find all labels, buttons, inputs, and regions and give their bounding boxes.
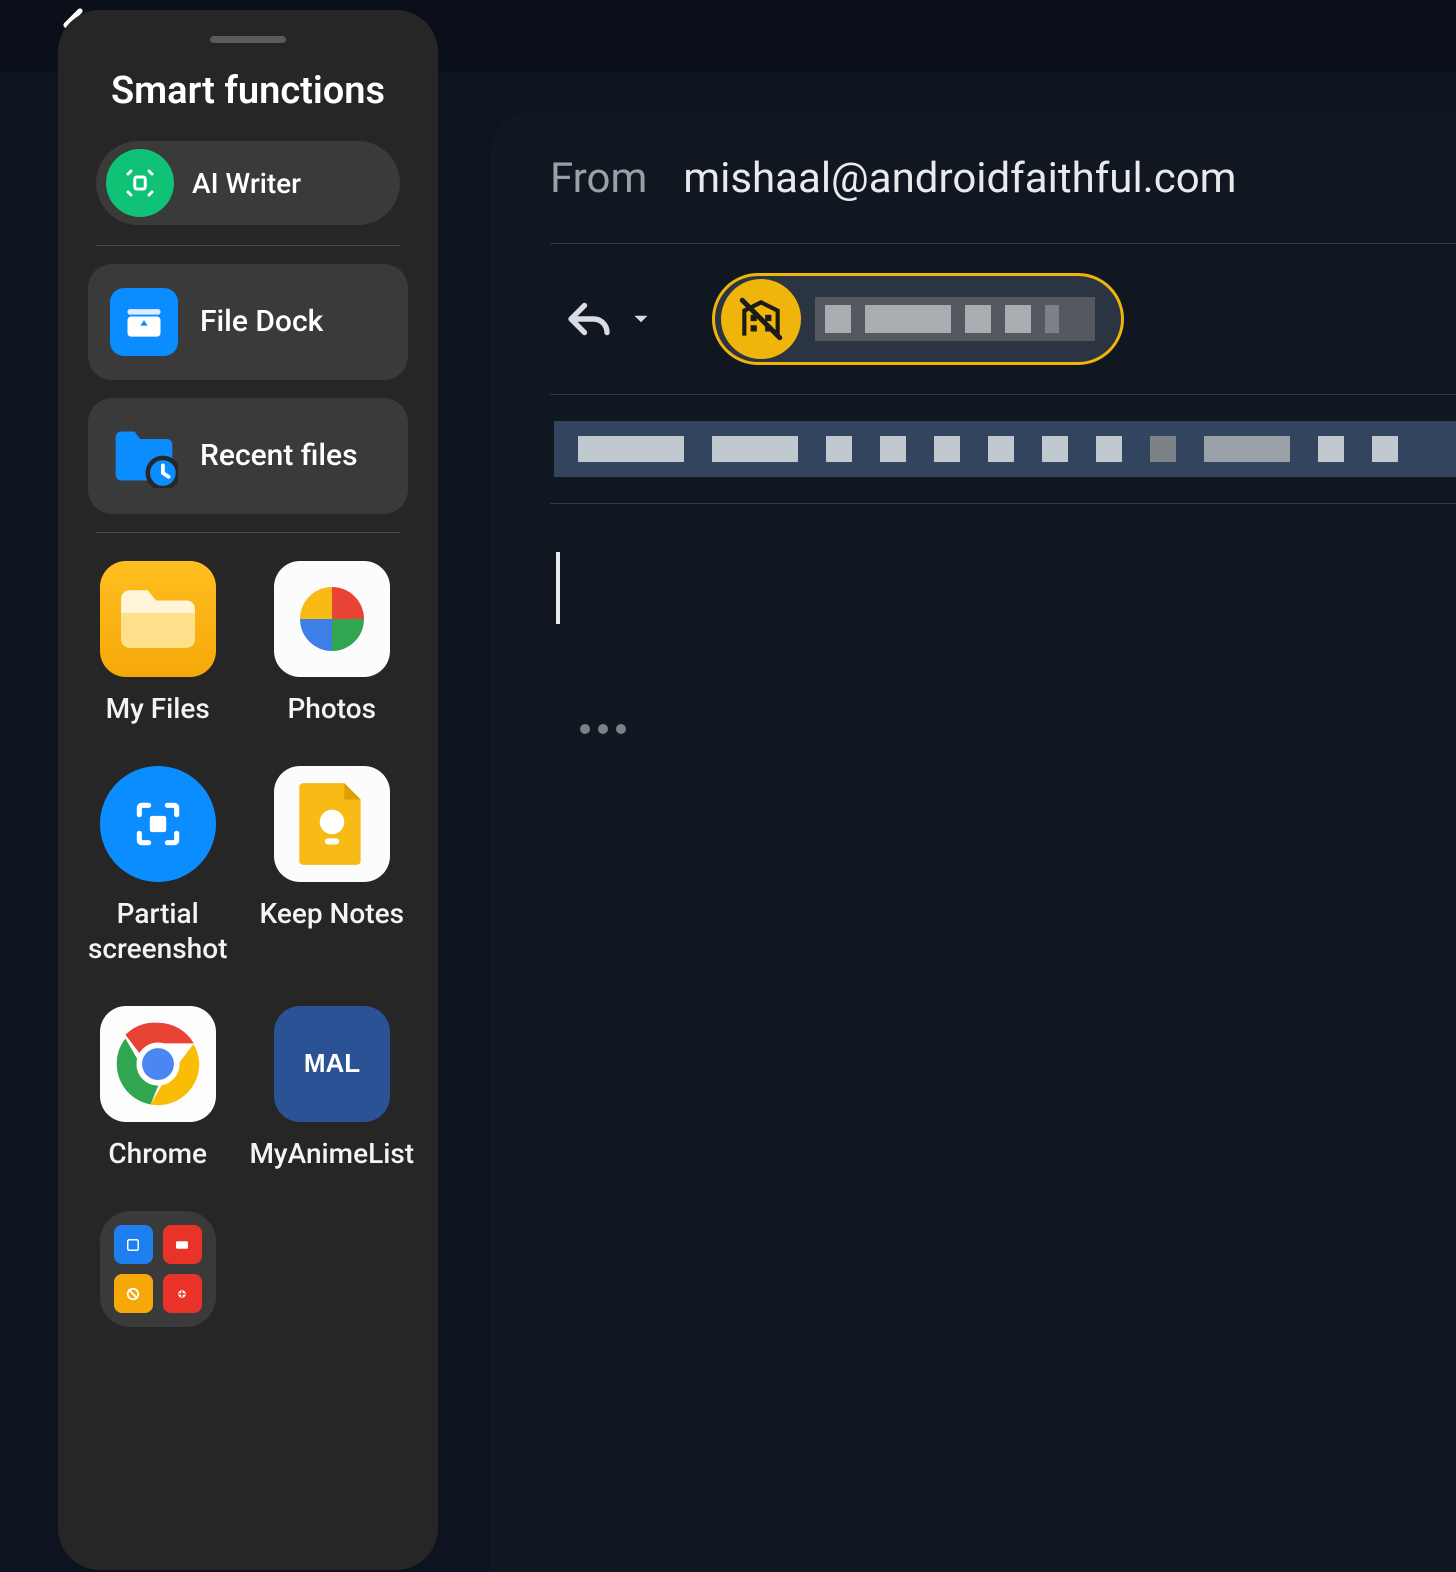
app-label: Keep Notes bbox=[260, 896, 405, 931]
file-dock-button[interactable]: File Dock bbox=[88, 264, 408, 380]
panel-divider bbox=[96, 532, 400, 533]
app-grid: My Files Photos bbox=[76, 551, 420, 1337]
partial-screenshot-icon bbox=[100, 766, 216, 882]
keep-notes-icon bbox=[274, 766, 390, 882]
mini-icon bbox=[163, 1225, 202, 1264]
recent-files-button[interactable]: Recent files bbox=[88, 398, 408, 514]
recent-files-label: Recent files bbox=[200, 437, 358, 475]
reply-mode-button[interactable] bbox=[562, 292, 654, 346]
app-label: Partial screenshot bbox=[88, 896, 227, 966]
recipient-redacted bbox=[815, 297, 1095, 341]
email-body[interactable] bbox=[550, 504, 1456, 734]
mini-icon bbox=[114, 1274, 153, 1313]
reply-icon bbox=[562, 292, 616, 346]
app-photos[interactable]: Photos bbox=[249, 561, 414, 726]
text-cursor bbox=[556, 552, 560, 624]
panel-divider bbox=[96, 245, 400, 246]
smart-functions-panel: Smart functions AI Writer File Dock bbox=[58, 10, 438, 1570]
mini-icon bbox=[163, 1274, 202, 1313]
chevron-down-icon bbox=[628, 306, 654, 332]
app-folder[interactable] bbox=[88, 1211, 227, 1327]
app-keep-notes[interactable]: Keep Notes bbox=[249, 766, 414, 966]
svg-text:MAL: MAL bbox=[304, 1048, 360, 1078]
ai-writer-button[interactable]: AI Writer bbox=[96, 141, 400, 225]
from-label: From bbox=[550, 154, 647, 203]
to-row bbox=[550, 244, 1456, 394]
ai-writer-label: AI Writer bbox=[192, 167, 301, 200]
app-myanimelist[interactable]: MAL MyAnimeList bbox=[249, 1006, 414, 1171]
app-partial-screenshot[interactable]: Partial screenshot bbox=[88, 766, 227, 966]
panel-title: Smart functions bbox=[76, 69, 420, 113]
from-email: mishaal@androidfaithful.com bbox=[683, 154, 1236, 203]
chrome-icon bbox=[100, 1006, 216, 1122]
recipient-chip[interactable] bbox=[712, 273, 1124, 365]
app-chrome[interactable]: Chrome bbox=[88, 1006, 227, 1171]
expand-trimmed-icon[interactable] bbox=[580, 724, 1456, 734]
photos-icon bbox=[274, 561, 390, 677]
app-label: My Files bbox=[106, 691, 210, 726]
ai-writer-icon bbox=[106, 149, 174, 217]
folder-icon bbox=[100, 1211, 216, 1327]
mini-icon bbox=[114, 1225, 153, 1264]
file-dock-icon bbox=[110, 288, 178, 356]
myanimelist-icon: MAL bbox=[274, 1006, 390, 1122]
app-label: Photos bbox=[287, 691, 376, 726]
from-row[interactable]: From mishaal@androidfaithful.com bbox=[550, 154, 1456, 243]
no-building-icon bbox=[721, 279, 801, 359]
app-label: MyAnimeList bbox=[249, 1136, 414, 1171]
app-my-files[interactable]: My Files bbox=[88, 561, 227, 726]
file-dock-label: File Dock bbox=[200, 303, 323, 341]
subject-row[interactable] bbox=[550, 395, 1456, 503]
subject-redacted bbox=[554, 421, 1456, 477]
recent-files-icon bbox=[110, 422, 178, 490]
panel-drag-handle[interactable] bbox=[210, 36, 286, 43]
compose-area: From mishaal@androidfaithful.com bbox=[490, 112, 1456, 1572]
app-label: Chrome bbox=[108, 1136, 207, 1171]
my-files-icon bbox=[100, 561, 216, 677]
